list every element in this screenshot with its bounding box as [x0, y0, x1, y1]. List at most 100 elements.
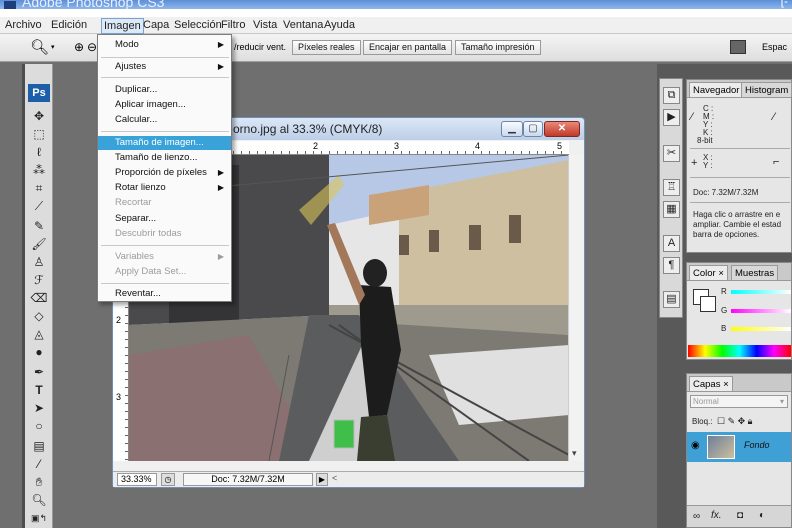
menu-vista[interactable]: Vista — [253, 19, 277, 31]
menu-item-proporcion-pixeles[interactable]: Proporción de píxeles ▶ — [98, 166, 231, 180]
clone-source-icon[interactable]: ▦ — [663, 201, 680, 218]
color-spectrum-bar[interactable] — [688, 345, 791, 357]
minimize-button[interactable]: ▁ — [501, 121, 523, 137]
eyedropper-tool-icon[interactable]: ⁄ — [29, 456, 49, 472]
b-slider[interactable] — [731, 327, 791, 331]
paragraph-panel-icon[interactable]: ¶ — [663, 257, 680, 274]
menu-ayuda[interactable]: Ayuda — [324, 19, 355, 31]
zoom-tool-box-icon[interactable]: 🔍︎ — [29, 492, 49, 508]
workspace-label[interactable]: Espac — [762, 42, 787, 52]
healing-brush-icon[interactable]: ✎ — [29, 218, 49, 234]
eraser-tool-icon[interactable]: ⌫ — [29, 290, 49, 306]
color-swatches-icon[interactable]: ▣↰ — [29, 510, 49, 526]
menu-item-label: Modo — [115, 39, 139, 50]
layer-thumbnail — [707, 435, 735, 459]
layer-row-fondo[interactable]: ◉ Fondo — [687, 432, 791, 462]
stamp-tool-icon[interactable]: ♙ — [29, 254, 49, 270]
marquee-tool-icon[interactable]: ⬚ — [29, 126, 49, 142]
menu-separator — [101, 77, 229, 78]
menu-filtro[interactable]: Filtro — [221, 19, 245, 31]
menu-seleccion[interactable]: Selección — [174, 19, 222, 31]
menu-edicion[interactable]: Edición — [51, 19, 87, 31]
zoom-out-icon[interactable]: ⊖ — [87, 40, 97, 54]
pen-tool-icon[interactable]: ✒ — [29, 364, 49, 380]
menu-item-label: Rotar lienzo — [115, 182, 166, 193]
type-tool-icon[interactable]: T — [29, 382, 49, 398]
link-layers-icon[interactable]: ∞ — [693, 511, 700, 522]
tab-capas[interactable]: Capas × — [689, 376, 733, 391]
blend-mode-select[interactable]: Normal ▾ — [690, 395, 788, 408]
b-label: B — [721, 324, 727, 333]
menu-item-duplicar[interactable]: Duplicar... — [98, 83, 231, 97]
notes-tool-icon[interactable]: ▤ — [29, 438, 49, 454]
close-button[interactable]: ✕ — [544, 121, 580, 137]
tab-muestras[interactable]: Muestras — [731, 265, 779, 280]
menu-item-reventar[interactable]: Reventar... — [98, 287, 231, 301]
vertical-scrollbar[interactable]: ▾ — [568, 155, 584, 461]
g-slider[interactable] — [731, 309, 791, 313]
adjustment-layer-icon[interactable]: ◐ — [759, 510, 765, 521]
maximize-button[interactable]: ▢ — [523, 121, 543, 137]
scroll-down-icon[interactable]: ▾ — [572, 448, 577, 459]
menu-item-aplicar-imagen[interactable]: Aplicar imagen... — [98, 98, 231, 112]
window-controls[interactable]: [- — [781, 0, 788, 8]
actual-pixels-button[interactable]: Píxeles reales — [292, 40, 361, 55]
tab-color[interactable]: Color × — [689, 265, 728, 280]
g-label: G — [721, 306, 728, 315]
hand-tool-icon[interactable]: ✋︎ — [29, 474, 49, 490]
menu-item-descubrir-todas: Descubrir todas — [115, 228, 182, 239]
actions-panel-icon[interactable]: ▶ — [663, 109, 680, 126]
menu-item-rotar-lienzo[interactable]: Rotar lienzo ▶ — [98, 181, 231, 195]
slice-tool-icon[interactable]: ⟋ — [29, 198, 49, 214]
menu-item-ajustes[interactable]: Ajustes ▶ — [98, 60, 231, 74]
zoom-in-icon[interactable]: ⊕ — [74, 40, 84, 54]
scroll-left-icon[interactable]: < — [332, 473, 337, 483]
menu-ventana[interactable]: Ventana — [283, 19, 323, 31]
menu-capa[interactable]: Capa — [143, 19, 169, 31]
crop-tool-icon[interactable]: ⌗ — [29, 180, 49, 196]
tab-histograma[interactable]: Histogram — [741, 82, 792, 97]
character-panel-icon[interactable]: A — [663, 235, 680, 252]
move-tool-icon[interactable]: ✥ — [29, 108, 49, 124]
ps-logo: Ps — [28, 84, 50, 102]
menu-item-modo[interactable]: Modo ▶ — [98, 38, 231, 52]
ruler-mark: 2 — [116, 315, 122, 325]
menu-item-separar[interactable]: Separar... — [98, 212, 231, 226]
tab-navegador[interactable]: Navegador — [689, 82, 744, 97]
status-menu-arrow-icon[interactable]: ▶ — [316, 473, 328, 486]
menu-item-tamano-imagen[interactable]: Tamaño de imagen... — [98, 136, 231, 150]
path-selection-icon[interactable]: ➤ — [29, 400, 49, 416]
brush-tool-icon[interactable]: 🖌︎ — [29, 236, 49, 252]
shape-tool-icon[interactable]: ○ — [29, 418, 49, 434]
tool-presets-icon[interactable]: ✂ — [663, 145, 680, 162]
history-brush-icon[interactable]: ℱ — [29, 272, 49, 288]
lasso-tool-icon[interactable]: ℓ — [29, 144, 49, 160]
submenu-arrow-icon: ▶ — [217, 40, 224, 49]
menu-item-calcular[interactable]: Calcular... — [98, 113, 231, 127]
history-panel-icon[interactable]: ⧉ — [663, 87, 680, 104]
print-size-button[interactable]: Tamaño impresión — [455, 40, 541, 55]
workspace-icon[interactable] — [730, 40, 746, 54]
mask-icon[interactable]: ◘ — [737, 510, 743, 521]
tool-preset-dropdown-icon[interactable]: ▾ — [51, 43, 55, 51]
menu-item-tamano-lienzo[interactable]: Tamaño de lienzo... — [98, 151, 231, 165]
dodge-tool-icon[interactable]: ● — [29, 344, 49, 360]
background-color-swatch[interactable] — [700, 296, 716, 312]
fx-icon[interactable]: fx. — [711, 510, 722, 521]
brushes-panel-icon[interactable]: ♖ — [663, 179, 680, 196]
zoom-level-field[interactable]: 33.33% — [117, 473, 157, 486]
resize-window-label[interactable]: /reducir vent. — [234, 42, 286, 52]
menu-imagen[interactable]: Imagen — [101, 18, 144, 34]
zoom-tool-icon[interactable]: 🔍︎ — [30, 38, 49, 56]
status-icon[interactable]: ◷ — [161, 473, 175, 486]
menu-archivo[interactable]: Archivo — [5, 19, 42, 31]
blur-tool-icon[interactable]: ◬ — [29, 326, 49, 342]
eye-visibility-icon[interactable]: ◉ — [691, 440, 700, 451]
magic-wand-tool-icon[interactable]: ⁂ — [29, 162, 49, 178]
paint-bucket-icon[interactable]: ◇ — [29, 308, 49, 324]
r-slider[interactable] — [731, 290, 791, 294]
doc-size-info[interactable]: Doc: 7.32M/7.32M — [183, 473, 313, 486]
lock-icons[interactable]: ☐ ✎ ✥ 🔒︎ — [717, 416, 752, 427]
layer-comps-icon[interactable]: ▤ — [663, 291, 680, 308]
fit-screen-button[interactable]: Encajar en pantalla — [363, 40, 453, 55]
